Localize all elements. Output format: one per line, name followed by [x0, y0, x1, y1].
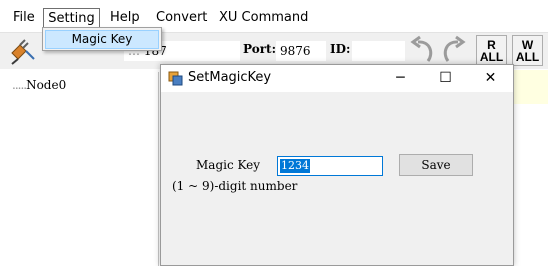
close-button[interactable]: ✕ — [468, 65, 513, 92]
menu-item-magic-key[interactable]: Magic Key — [45, 30, 159, 49]
save-button[interactable]: Save — [399, 154, 473, 176]
maximize-button[interactable]: ☐ — [423, 65, 468, 92]
magic-key-label: Magic Key — [196, 158, 261, 172]
undo-icon[interactable] — [404, 35, 436, 67]
write-all-button[interactable]: W ALL — [512, 35, 543, 66]
write-all-label-bottom: ALL — [515, 50, 540, 64]
set-magic-key-dialog: SetMagicKey ─ ☐ ✕ Magic Key (1 ~ 9)-digi… — [160, 64, 514, 266]
minimize-button[interactable]: ─ — [378, 65, 423, 92]
dialog-title: SetMagicKey — [188, 70, 272, 85]
port-label: Port: — [243, 42, 276, 56]
dialog-body: Magic Key (1 ~ 9)-digit number 1234 Save — [161, 92, 513, 265]
port-field[interactable]: 9876 — [276, 41, 326, 61]
id-label: ID: — [330, 42, 351, 56]
status-strip — [512, 70, 548, 104]
magic-key-input[interactable]: 1234 — [277, 156, 383, 176]
connect-plug-icon[interactable] — [6, 35, 38, 65]
read-all-button[interactable]: R ALL — [476, 35, 507, 66]
setting-dropdown: Magic Key — [42, 27, 162, 51]
device-tree: .....Node0 — [0, 72, 159, 266]
menu-file[interactable]: File — [7, 8, 41, 27]
menu-convert[interactable]: Convert — [150, 8, 213, 27]
dialog-titlebar[interactable]: SetMagicKey ─ ☐ ✕ — [161, 65, 513, 92]
id-field[interactable] — [352, 41, 405, 61]
menu-setting[interactable]: Setting — [43, 8, 100, 29]
hint-label: (1 ~ 9)-digit number — [172, 179, 298, 193]
magic-key-value: 1234 — [280, 159, 310, 173]
app-icon — [168, 71, 183, 86]
menu-xu-command[interactable]: XU Command — [213, 8, 314, 27]
redo-icon[interactable] — [440, 35, 472, 67]
tree-node[interactable]: .....Node0 — [12, 78, 66, 92]
menu-help[interactable]: Help — [104, 8, 146, 27]
read-all-label-bottom: ALL — [479, 50, 504, 64]
